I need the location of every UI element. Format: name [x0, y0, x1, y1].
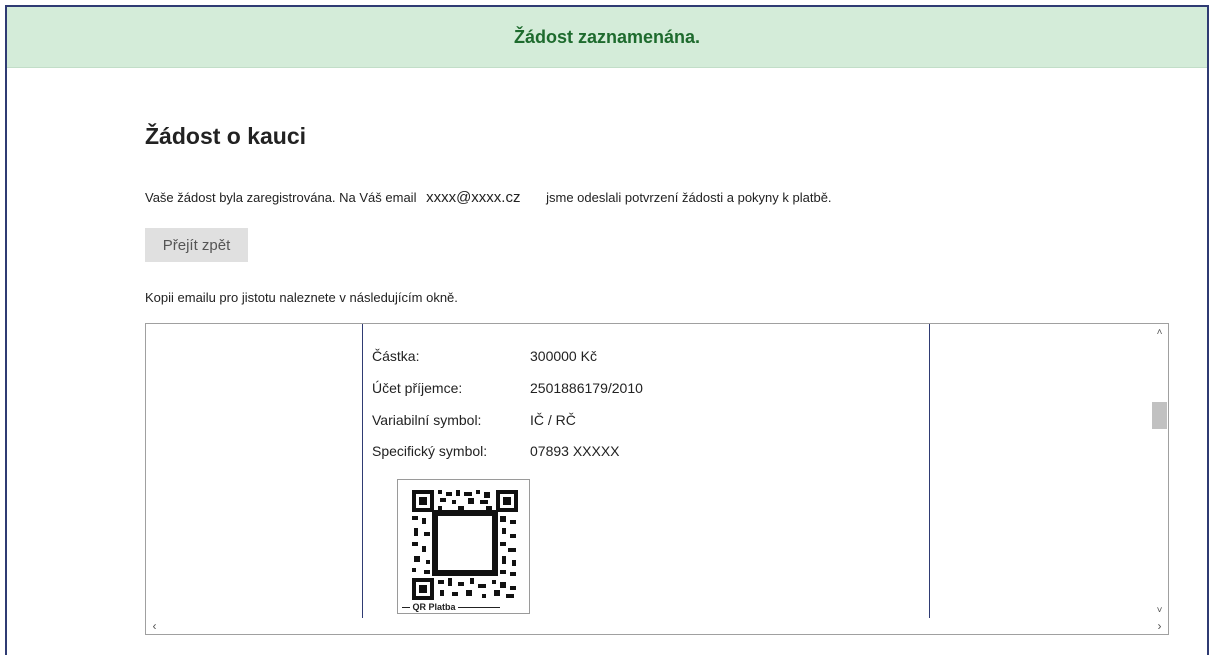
account-label: Účet příjemce:	[372, 380, 463, 396]
copy-note: Kopii emailu pro jistotu naleznete v nás…	[145, 290, 458, 305]
info-prefix: Vaše žádost byla zaregistrována. Na Váš …	[145, 190, 417, 205]
vertical-scrollbar[interactable]: ˄ ˅	[1151, 324, 1168, 619]
horizontal-scrollbar[interactable]: ‹ ›	[146, 618, 1168, 634]
vertical-scroll-thumb[interactable]	[1152, 402, 1167, 429]
amount-value: 300000 Kč	[530, 348, 597, 364]
registration-info: Vaše žádost byla zaregistrována. Na Váš …	[145, 189, 832, 206]
info-suffix: jsme odeslali potvrzení žádosti a pokyny…	[546, 190, 832, 205]
specific-symbol-value: 07893 XXXXX	[530, 443, 620, 459]
chevron-left-icon[interactable]: ‹	[146, 618, 163, 634]
success-banner-text: Žádost zaznamenána.	[513, 26, 701, 47]
amount-row: Částka: 300000 Kč	[372, 348, 597, 364]
chevron-down-icon[interactable]: ˅	[1151, 602, 1168, 619]
chevron-right-icon[interactable]: ›	[1151, 618, 1168, 634]
qr-label: QR Platba	[398, 602, 529, 612]
email-address: xxxx@xxxx.cz	[426, 189, 521, 206]
app-frame: Žádost zaznamenána. Žádost o kauci Vaše …	[5, 5, 1209, 655]
page-title: Žádost o kauci	[145, 123, 307, 149]
back-button[interactable]: Přejít zpět	[145, 228, 248, 262]
qr-label-text: QR Platba	[412, 602, 456, 612]
qr-payment-box: QR Platba	[397, 479, 530, 614]
account-row: Účet příjemce: 2501886179/2010	[372, 380, 643, 396]
email-content: Částka: 300000 Kč Účet příjemce: 250188617…	[362, 324, 930, 620]
account-value: 2501886179/2010	[530, 380, 643, 396]
variable-symbol-label: Variabilní symbol:	[372, 412, 482, 428]
variable-symbol-row: Variabilní symbol: IČ / RČ	[372, 412, 576, 428]
chevron-up-icon[interactable]: ˄	[1151, 324, 1168, 341]
qr-code-icon	[412, 490, 518, 600]
success-banner: Žádost zaznamenána.	[7, 7, 1207, 68]
email-preview-frame[interactable]: Částka: 300000 Kč Účet příjemce: 250188617…	[145, 323, 1169, 635]
specific-symbol-row: Specifický symbol: 07893 XXXXX	[372, 443, 620, 459]
amount-label: Částka:	[372, 348, 420, 364]
variable-symbol-value: IČ / RČ	[530, 412, 576, 428]
specific-symbol-label: Specifický symbol:	[372, 443, 488, 459]
